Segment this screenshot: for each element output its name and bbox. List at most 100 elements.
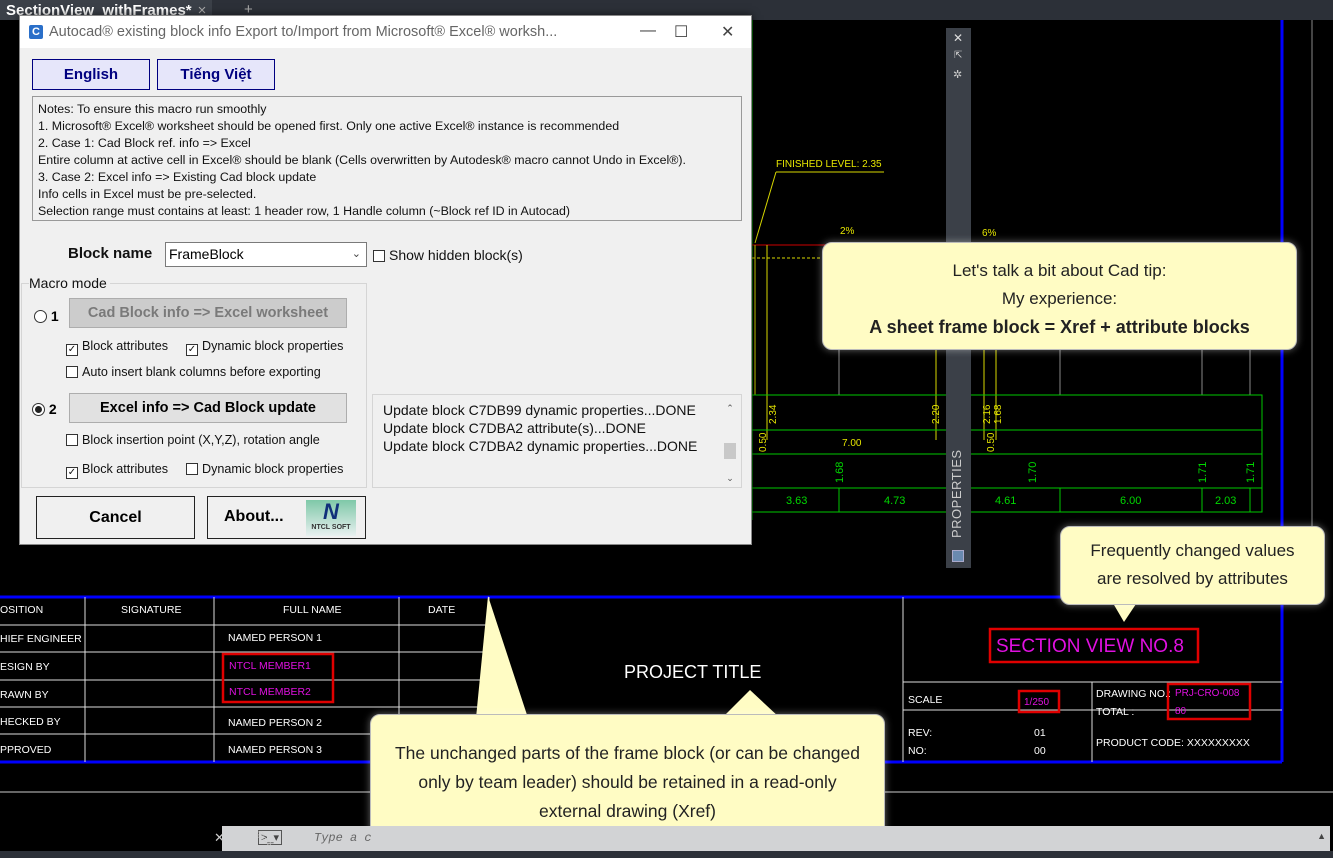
scale-value: 1/250 xyxy=(1024,697,1049,708)
about-button[interactable]: About... N NTCL SOFT xyxy=(207,496,366,539)
note-line: 1. Microsoft® Excel® worksheet should be… xyxy=(38,119,620,133)
checkbox-label: Block attributes xyxy=(82,339,169,353)
scrollbar[interactable]: ⌃ ⌄ xyxy=(723,399,737,483)
macro-dialog: C Autocad® existing block info Export to… xyxy=(19,15,752,545)
dim-label: 1.71 xyxy=(1245,462,1257,483)
close-icon[interactable]: ✕ xyxy=(953,31,963,45)
mode1-radio[interactable]: 1 xyxy=(34,308,59,324)
product-code: PRODUCT CODE: XXXXXXXXX xyxy=(1096,737,1250,749)
command-input[interactable]: Type a c xyxy=(314,831,372,845)
role: HIEF ENGINEER xyxy=(0,633,82,645)
note-line: 2. Case 1: Cad Block ref. info => Excel xyxy=(38,136,251,150)
pin-icon[interactable]: ⇱ xyxy=(954,50,962,61)
logo-letter: N xyxy=(323,499,339,524)
dim-label: 1.68 xyxy=(993,404,1004,424)
app-icon: C xyxy=(29,25,43,39)
mode2-radio[interactable]: 2 xyxy=(32,401,57,417)
notes-panel: Notes: To ensure this macro run smoothly… xyxy=(32,96,742,221)
slope-label: 6% xyxy=(982,228,997,239)
radio-selected-icon xyxy=(32,403,45,416)
scrollbar-thumb[interactable] xyxy=(724,443,736,459)
settings-icon[interactable]: ✲ xyxy=(953,68,962,81)
about-label: About... xyxy=(224,508,284,525)
log-line: Update block C7DBA2 attribute(s)...DONE xyxy=(383,420,646,436)
dim-label: 4.61 xyxy=(995,495,1016,507)
block-name-select[interactable]: FrameBlock ⌄ xyxy=(165,242,367,267)
check-icon: ✓ xyxy=(66,467,78,479)
callout-pointer xyxy=(476,596,780,718)
import-from-excel-button[interactable]: Excel info => Cad Block update xyxy=(69,393,347,423)
total-label: TOTAL : xyxy=(1096,706,1134,718)
maximize-icon[interactable]: ☐ xyxy=(674,22,688,42)
dim-label: 0.50 xyxy=(986,432,997,452)
dim-label: 1.68 xyxy=(834,462,846,483)
sheet-title: SECTION VIEW NO.8 xyxy=(996,636,1184,657)
chevron-down-icon[interactable]: ⌄ xyxy=(723,469,737,487)
callout-line: My experience: xyxy=(1001,289,1118,308)
rev-label: REV: xyxy=(908,727,932,739)
minimize-icon[interactable]: — xyxy=(640,22,656,40)
note-line: Selection range must contains at least: … xyxy=(38,204,571,218)
export-to-excel-button[interactable]: Cad Block info => Excel worksheet xyxy=(69,298,347,328)
note-line: Info cells in Excel must be pre-selected… xyxy=(38,187,257,201)
attribute-value: NTCL MEMBER1 xyxy=(229,660,311,672)
slope-label: 2% xyxy=(840,226,855,237)
title-bar[interactable]: C Autocad® existing block info Export to… xyxy=(20,16,751,48)
wrench-icon[interactable]: 🔧︎ xyxy=(255,830,273,847)
dim-label: 2.16 xyxy=(982,404,993,424)
drawing-no-value: PRJ-CRO-008 xyxy=(1175,688,1240,699)
dim-label: 3.63 xyxy=(786,495,807,507)
mode2-dynamic-checkbox[interactable]: Dynamic block properties xyxy=(186,462,343,476)
note-line: Entire column at active cell in Excel® s… xyxy=(38,153,686,167)
dim-label: 4.73 xyxy=(884,495,905,507)
properties-icon[interactable] xyxy=(952,550,964,562)
command-line[interactable]: ✕ >_▾ Type a c ▲ xyxy=(214,826,1330,851)
chevron-down-icon: ⌄ xyxy=(351,248,361,260)
role: RAWN BY xyxy=(0,689,49,701)
dim-label: 0.50 xyxy=(758,432,769,452)
attributes-callout: Frequently changed values are resolved b… xyxy=(1060,526,1325,605)
person-name: NAMED PERSON 3 xyxy=(228,744,322,756)
note-line: Notes: To ensure this macro run smoothly xyxy=(38,102,267,116)
role: PPROVED xyxy=(0,744,52,756)
dim-label: 1.71 xyxy=(1197,462,1209,483)
checkbox-label: Block attributes xyxy=(82,462,169,476)
vietnamese-button[interactable]: Tiếng Việt xyxy=(157,59,275,90)
log-output[interactable]: Update block C7DB99 dynamic properties..… xyxy=(372,394,742,488)
show-hidden-checkbox[interactable]: Show hidden block(s) xyxy=(373,247,523,263)
ntcl-logo: N NTCL SOFT xyxy=(306,500,356,536)
palette-title: PROPERTIES xyxy=(949,449,964,538)
cancel-button[interactable]: Cancel xyxy=(36,496,195,539)
dim-label: 2.20 xyxy=(931,404,942,424)
checkbox-label: Show hidden block(s) xyxy=(389,247,523,263)
total-value: 80 xyxy=(1175,706,1187,717)
note-line: 3. Case 2: Excel info => Existing Cad bl… xyxy=(38,170,317,184)
close-icon[interactable]: ✕ xyxy=(721,22,734,42)
role: HECKED BY xyxy=(0,716,61,728)
checkbox-label: Dynamic block properties xyxy=(202,339,344,353)
mode2-block-attributes-checkbox[interactable]: ✓ Block attributes xyxy=(66,462,168,479)
chevron-up-icon[interactable]: ▲ xyxy=(1317,831,1326,841)
close-icon[interactable]: ✕ xyxy=(214,830,225,846)
radio-label: 1 xyxy=(50,308,59,324)
header-signature: SIGNATURE xyxy=(121,604,181,616)
callout-line: Let's talk a bit about Cad tip: xyxy=(952,261,1167,280)
checkbox-label: Dynamic block properties xyxy=(202,462,344,476)
checkbox-icon xyxy=(186,463,198,475)
check-icon: ✓ xyxy=(186,344,198,356)
dim-label: 6.00 xyxy=(1120,495,1141,507)
mode1-dynamic-checkbox[interactable]: ✓ Dynamic block properties xyxy=(186,339,343,356)
dim-label: 7.00 xyxy=(842,438,862,449)
mode1-block-attributes-checkbox[interactable]: ✓ Block attributes xyxy=(66,339,168,356)
english-button[interactable]: English xyxy=(32,59,150,90)
scale-label: SCALE xyxy=(908,694,942,706)
logo-text: NTCL SOFT xyxy=(311,524,351,531)
chevron-up-icon[interactable]: ⌃ xyxy=(723,399,737,417)
no-value: 00 xyxy=(1034,745,1046,757)
insertion-point-checkbox[interactable]: Block insertion point (X,Y,Z), rotation … xyxy=(66,433,320,447)
dim-label: 2.03 xyxy=(1215,495,1236,507)
auto-insert-checkbox[interactable]: Auto insert blank columns before exporti… xyxy=(66,365,321,379)
macro-mode-label: Macro mode xyxy=(29,275,110,291)
checkbox-icon xyxy=(66,434,78,446)
check-icon: ✓ xyxy=(66,344,78,356)
